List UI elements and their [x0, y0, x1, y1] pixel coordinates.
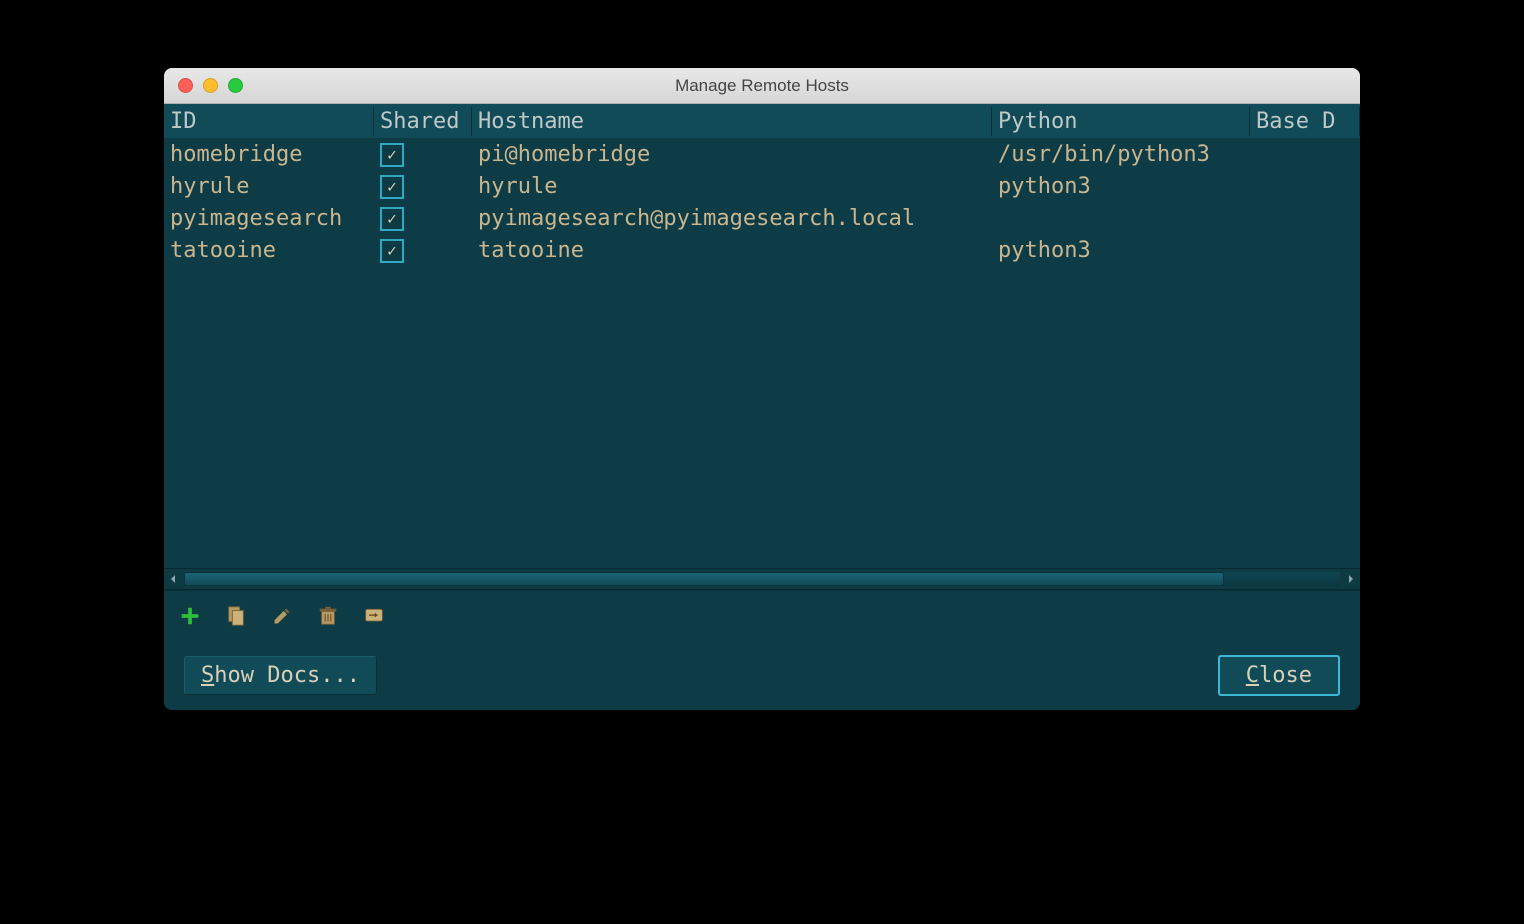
table-row[interactable]: homebridge✓ pi@homebridge/usr/bin/python3	[164, 138, 1360, 170]
table-header: ID Shared Hostname Python Base D	[164, 104, 1360, 138]
cell-shared: ✓	[374, 205, 472, 231]
dialog-footer: Show Docs... Close	[164, 640, 1360, 710]
zoom-window-icon[interactable]	[228, 78, 243, 93]
cell-hostname: tatooine	[472, 238, 992, 263]
cell-shared: ✓	[374, 141, 472, 167]
scrollbar-track[interactable]	[184, 572, 1340, 586]
cell-id: hyrule	[164, 174, 374, 199]
cell-id: homebridge	[164, 142, 374, 167]
cell-id: pyimagesearch	[164, 206, 374, 231]
column-header-shared[interactable]: Shared	[374, 107, 472, 136]
shared-checkbox[interactable]: ✓	[380, 207, 404, 231]
window-title: Manage Remote Hosts	[164, 76, 1360, 96]
traffic-lights	[178, 78, 243, 93]
horizontal-scrollbar[interactable]	[164, 568, 1360, 590]
table-body: homebridge✓pi@homebridge/usr/bin/python3…	[164, 138, 1360, 568]
scroll-right-icon[interactable]	[1342, 570, 1360, 588]
close-button[interactable]: Close	[1218, 655, 1340, 696]
column-header-id[interactable]: ID	[164, 107, 374, 136]
cell-hostname: pyimagesearch@pyimagesearch.local	[472, 206, 992, 231]
table-row[interactable]: tatooine✓tatooinepython3	[164, 234, 1360, 266]
shared-checkbox[interactable]: ✓	[380, 175, 404, 199]
scrollbar-thumb[interactable]	[184, 572, 1224, 586]
show-docs-button[interactable]: Show Docs...	[184, 656, 377, 695]
cell-python: /usr/bin/python3	[992, 142, 1250, 167]
column-header-base-dir[interactable]: Base D	[1250, 107, 1360, 136]
titlebar: Manage Remote Hosts	[164, 68, 1360, 104]
shared-checkbox[interactable]: ✓	[380, 143, 404, 167]
column-header-hostname[interactable]: Hostname	[472, 107, 992, 136]
table-row[interactable]: hyrule✓hyrulepython3	[164, 170, 1360, 202]
connect-icon[interactable]	[362, 604, 386, 628]
scroll-left-icon[interactable]	[164, 570, 182, 588]
dialog-window: Manage Remote Hosts ID Shared Hostname P…	[164, 68, 1360, 710]
edit-icon[interactable]	[270, 604, 294, 628]
copy-icon[interactable]	[224, 604, 248, 628]
cell-hostname: pi@homebridge	[472, 142, 992, 167]
table-row[interactable]: pyimagesearch✓ pyimagesearch@pyimagesearc…	[164, 202, 1360, 234]
add-icon[interactable]	[178, 604, 202, 628]
column-header-python[interactable]: Python	[992, 107, 1250, 136]
action-toolbar	[164, 590, 1360, 640]
minimize-window-icon[interactable]	[203, 78, 218, 93]
hosts-table: ID Shared Hostname Python Base D homebri…	[164, 104, 1360, 590]
cell-id: tatooine	[164, 238, 374, 263]
shared-checkbox[interactable]: ✓	[380, 239, 404, 263]
cell-python: python3	[992, 238, 1250, 263]
delete-icon[interactable]	[316, 604, 340, 628]
cell-shared: ✓	[374, 173, 472, 199]
close-window-icon[interactable]	[178, 78, 193, 93]
cell-python: python3	[992, 174, 1250, 199]
cell-hostname: hyrule	[472, 174, 992, 199]
cell-shared: ✓	[374, 237, 472, 263]
